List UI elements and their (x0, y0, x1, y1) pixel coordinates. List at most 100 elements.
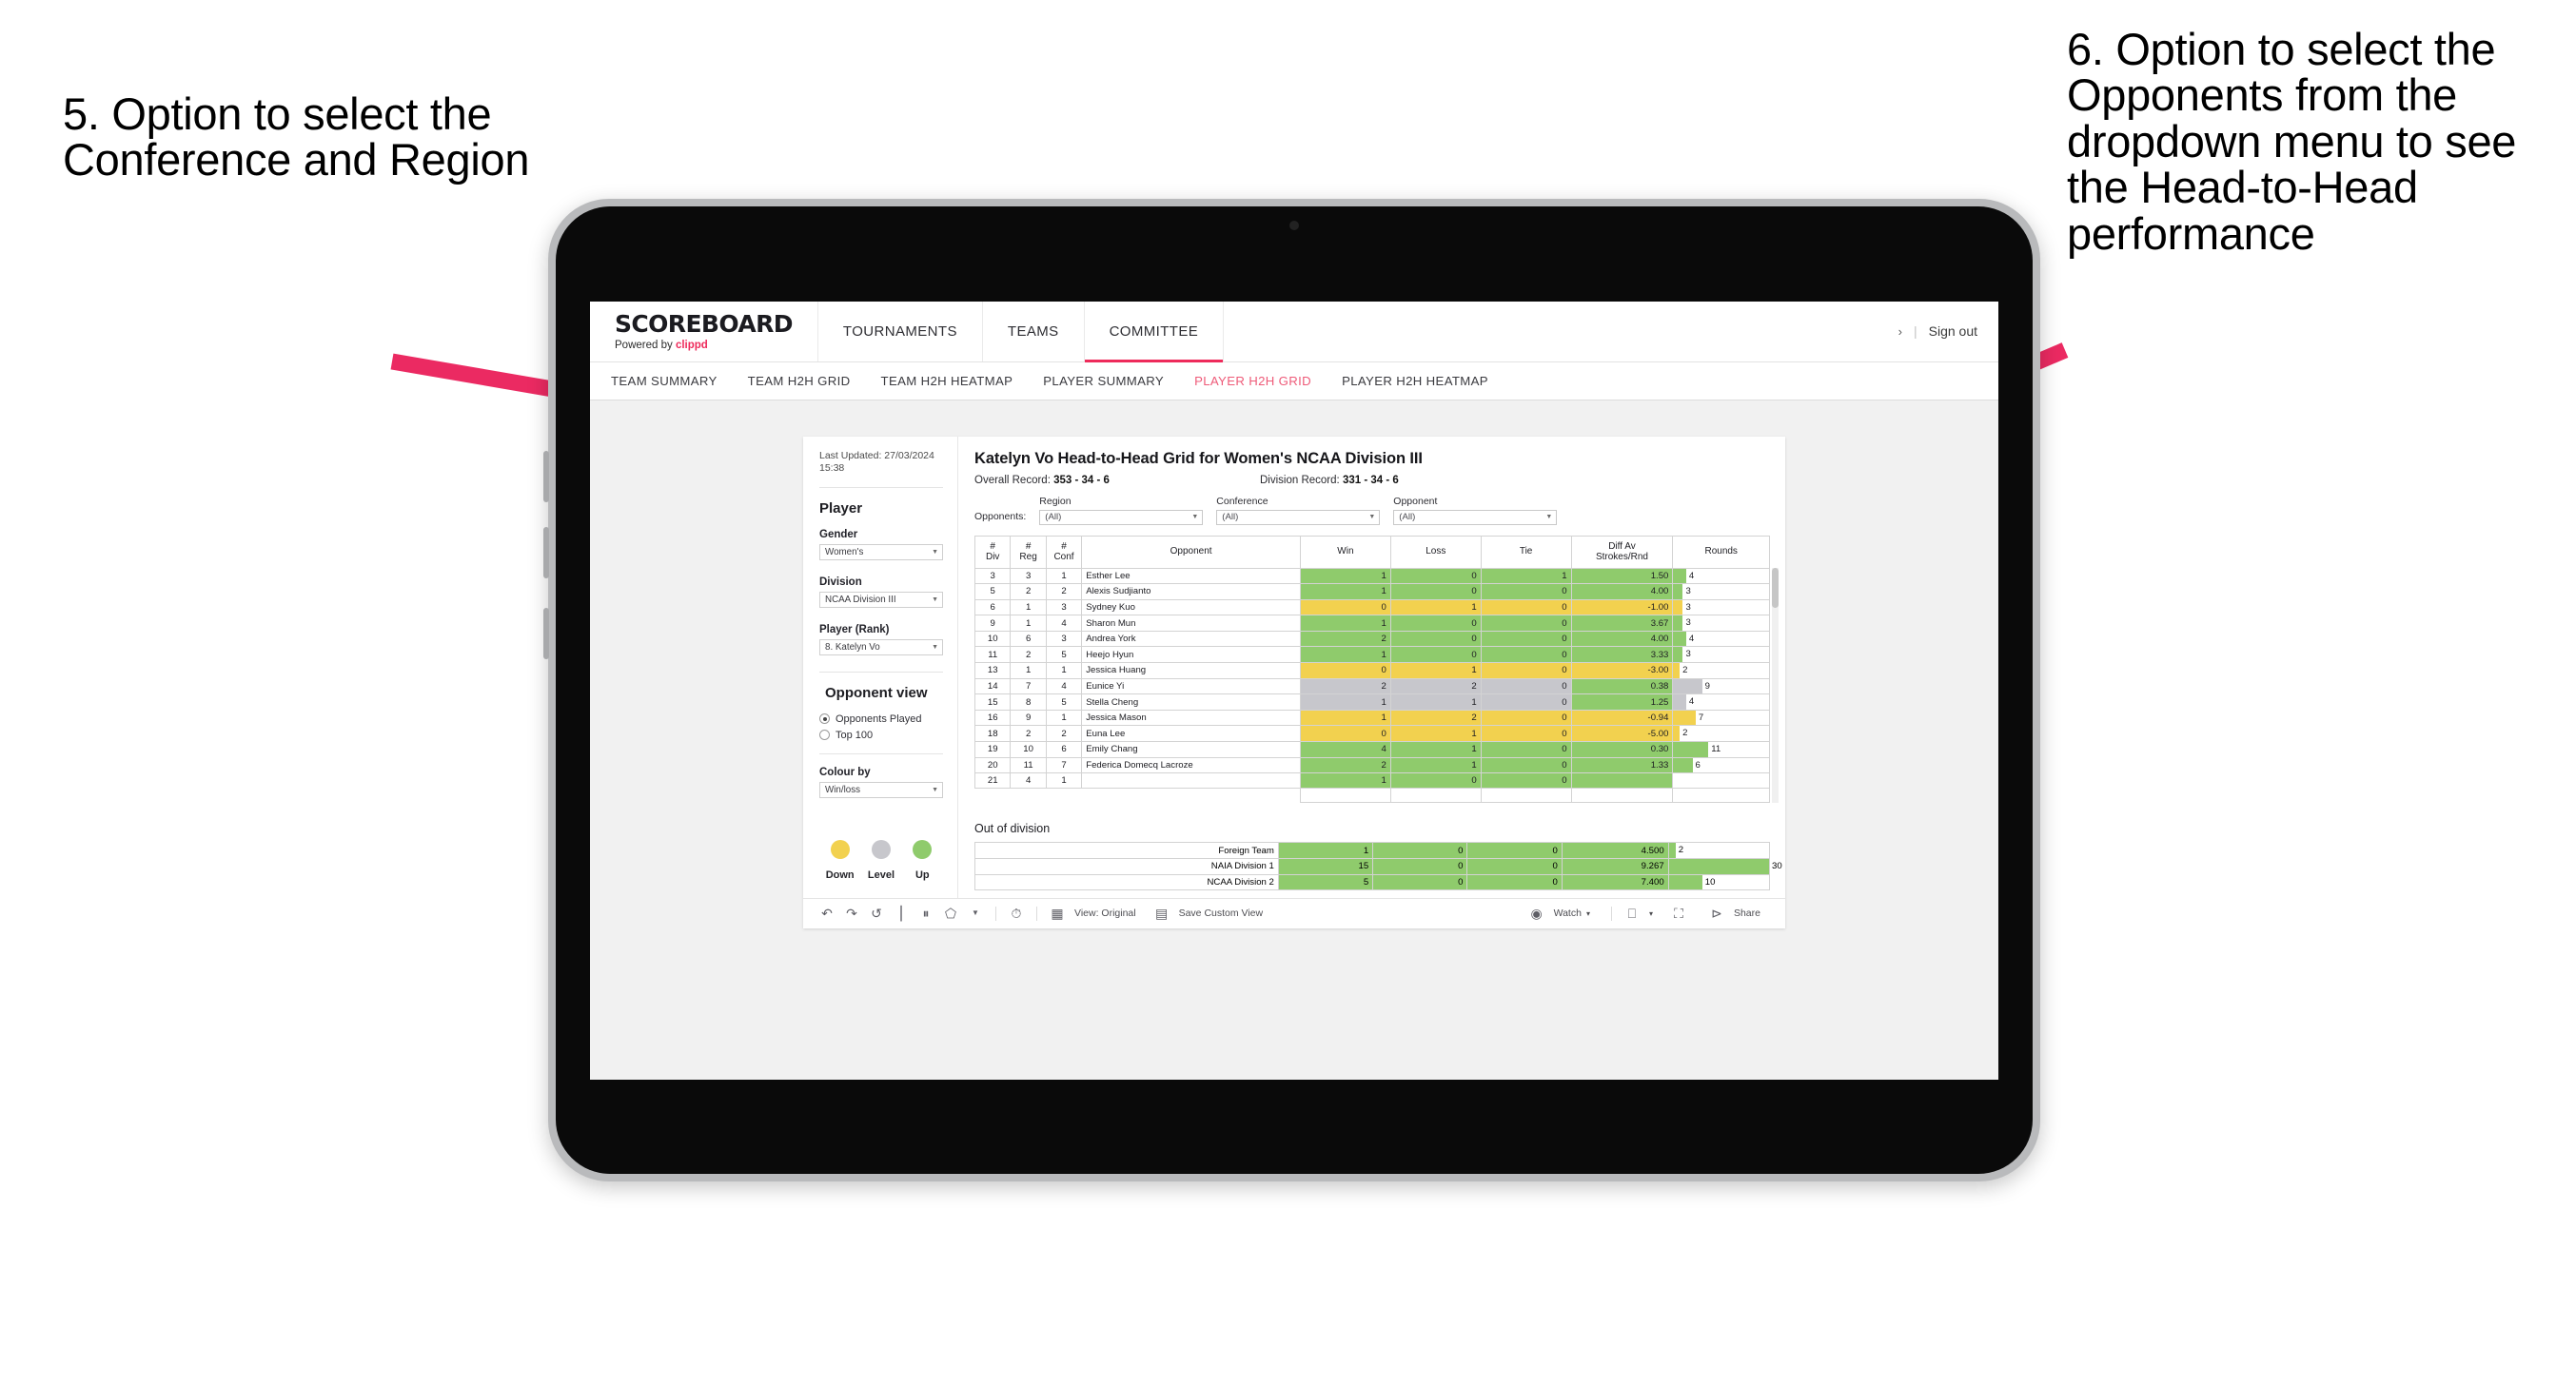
table-row[interactable]: 19 10 6 Emily Chang 4 1 0 0.30 11 (973, 741, 1770, 758)
cell-rounds: 2 (1672, 725, 1770, 743)
highlight-caret-icon[interactable]: ▼ (963, 909, 988, 917)
divider (819, 752, 943, 754)
cell-reg: 10 (1010, 741, 1047, 758)
conference-filter-select[interactable]: (All) ▼ (1216, 509, 1381, 525)
rounds-bar (1673, 584, 1683, 599)
cell-div: 13 (973, 662, 1012, 679)
region-filter-label: Region (1039, 495, 1072, 507)
out-of-division-row[interactable]: NCAA Division 2 5 0 0 7.400 10 (974, 873, 1771, 891)
table-row[interactable]: 3 3 1 Esther Lee 1 0 1 1.50 4 (973, 567, 1770, 585)
cell-ood-name: NCAA Division 2 (974, 873, 1279, 891)
region-filter-select[interactable]: (All) ▼ (1039, 509, 1204, 525)
cell-rounds: 3 (1672, 583, 1770, 600)
cell-div: 5 (973, 583, 1012, 600)
subtab-team-h2h-heatmap[interactable]: TEAM H2H HEATMAP (881, 374, 1013, 388)
opponent-filter-select[interactable]: (All) ▼ (1393, 509, 1558, 525)
table-row-partial: 21 4 1 100 (973, 772, 1770, 789)
device-button-2 (543, 527, 549, 578)
share-button[interactable]: ⊳ Share (1704, 907, 1760, 920)
col-div: # Div (973, 535, 1012, 569)
download-button[interactable]: ⎕ ▾ (1620, 907, 1653, 920)
table-row[interactable]: 14 7 4 Eunice Yi 2 2 0 0.38 9 (973, 677, 1770, 695)
table-row[interactable]: 11 2 5 Heejo Hyun 1 0 0 3.33 3 (973, 646, 1770, 664)
nav-tab-tournaments[interactable]: TOURNAMENTS (817, 301, 983, 361)
cell-win: 1 (1300, 583, 1391, 600)
opponent-filter-value: (All) (1399, 512, 1416, 522)
division-value: NCAA Division III (825, 594, 896, 605)
cell-tie: 0 (1480, 630, 1572, 648)
colour-by-label: Colour by (819, 766, 871, 778)
rounds-value: 3 (1685, 601, 1691, 613)
cell-conf: 5 (1045, 646, 1083, 664)
table-row[interactable]: 15 8 5 Stella Cheng 1 1 0 1.25 4 (973, 693, 1770, 711)
nav-tab-committee[interactable]: COMMITTEE (1084, 301, 1225, 362)
cell-tie: 0 (1480, 615, 1572, 632)
save-custom-view-button[interactable]: ▤ Save Custom View (1150, 907, 1263, 920)
account-area: › | Sign out (1878, 302, 1998, 361)
sign-out-link[interactable]: Sign out (1929, 323, 1977, 339)
history-icon[interactable]: ⏱ (1004, 907, 1029, 920)
cell-rounds: 4 (1672, 567, 1770, 585)
nav-tab-teams[interactable]: TEAMS (982, 301, 1085, 361)
legend-swatch-up (913, 839, 933, 859)
col-tie: Tie (1480, 535, 1572, 569)
cell-loss: 1 (1389, 725, 1482, 743)
cell-conf: 7 (1045, 756, 1083, 774)
subtab-team-h2h-grid[interactable]: TEAM H2H GRID (748, 374, 851, 388)
account-chevron-icon[interactable]: › (1898, 324, 1902, 339)
subtab-player-summary[interactable]: PLAYER SUMMARY (1043, 374, 1164, 388)
radio-opponents-played[interactable]: Opponents Played (819, 713, 943, 725)
rounds-bar (1673, 647, 1683, 662)
out-of-division-row[interactable]: NAIA Division 1 15 0 0 9.267 30 (974, 858, 1782, 875)
cell-diff: 1.25 (1570, 693, 1674, 711)
table-row[interactable]: 16 9 1 Jessica Mason 1 2 0 -0.94 7 (973, 709, 1770, 727)
cell-rounds: 7 (1672, 709, 1770, 727)
subtab-player-h2h-grid[interactable]: PLAYER H2H GRID (1194, 374, 1311, 388)
table-row[interactable]: 20 11 7 Federica Domecq Lacroze 2 1 0 1.33 6 (973, 756, 1770, 774)
table-row[interactable]: 6 1 3 Sydney Kuo 0 1 0 -1.00 3 (973, 598, 1770, 616)
rounds-bar (1673, 726, 1681, 741)
cell-conf: 2 (1045, 583, 1083, 600)
refresh-icon[interactable]: ⎮ (889, 907, 914, 920)
cell-diff: 3.33 (1570, 646, 1674, 664)
legend-label-level: Level (867, 869, 895, 881)
undo-icon[interactable]: ↶ (815, 907, 839, 920)
subtab-player-h2h-heatmap[interactable]: PLAYER H2H HEATMAP (1342, 374, 1488, 388)
workbook-area: Last Updated: 27/03/2024 15:38 Player Ge… (590, 400, 1998, 928)
watch-button[interactable]: ◉ Watch ▾ (1524, 907, 1590, 920)
gender-label: Gender (819, 528, 858, 540)
subtab-team-summary[interactable]: TEAM SUMMARY (611, 374, 718, 388)
colour-by-select[interactable]: Win/loss ▼ (819, 781, 943, 798)
cell-reg: 2 (1010, 646, 1047, 664)
table-row[interactable]: 18 2 2 Euna Lee 0 1 0 -5.00 2 (973, 725, 1770, 743)
table-scrollbar-thumb[interactable] (1772, 567, 1779, 608)
highlight-icon[interactable]: ⬠ (938, 907, 963, 920)
player-rank-select[interactable]: 8. Katelyn Vo ▼ (819, 638, 943, 655)
gender-select[interactable]: Women's ▼ (819, 543, 943, 560)
col-conf: # Conf (1045, 535, 1083, 569)
table-row[interactable]: 5 2 2 Alexis Sudjianto 1 0 0 4.00 3 (973, 583, 1770, 600)
fullscreen-button[interactable]: ⛶ (1666, 907, 1691, 920)
cell-opponent: Sharon Mun (1081, 615, 1301, 632)
redo-icon[interactable]: ↷ (839, 907, 864, 920)
tablet-bezel: SCOREBOARD Powered by clippd TOURNAMENTS… (556, 206, 2033, 1174)
rounds-value: 4 (1688, 696, 1695, 708)
cell-opponent: Eunice Yi (1081, 677, 1301, 695)
division-select[interactable]: NCAA Division III ▼ (819, 591, 943, 608)
view-original-button[interactable]: ▦ View: Original (1045, 907, 1135, 920)
cell-tie: 0 (1480, 725, 1572, 743)
table-row[interactable]: 9 1 4 Sharon Mun 1 0 0 3.67 3 (973, 615, 1770, 632)
cell-diff: 4.00 (1570, 583, 1674, 600)
table-row[interactable]: 10 6 3 Andrea York 2 0 0 4.00 4 (973, 630, 1770, 648)
cell-opponent: Stella Cheng (1081, 693, 1301, 711)
download-icon: ⎕ (1627, 906, 1637, 922)
h2h-table: #Div #Reg #Conf Opponent Win Loss Tie (973, 535, 1770, 804)
division-record: Division Record: 331 - 34 - 6 (1260, 475, 1399, 486)
out-of-division-row[interactable]: Foreign Team 1 0 0 4.500 2 (974, 842, 1771, 859)
rounds-value: 2 (1682, 665, 1688, 676)
radio-top-100[interactable]: Top 100 (819, 730, 943, 741)
revert-icon[interactable]: ↺ (864, 907, 889, 920)
cell-reg: 2 (1010, 583, 1047, 600)
table-row[interactable]: 13 1 1 Jessica Huang 0 1 0 -3.00 2 (973, 662, 1770, 679)
pause-updates-icon[interactable]: ⏸ (914, 907, 938, 920)
